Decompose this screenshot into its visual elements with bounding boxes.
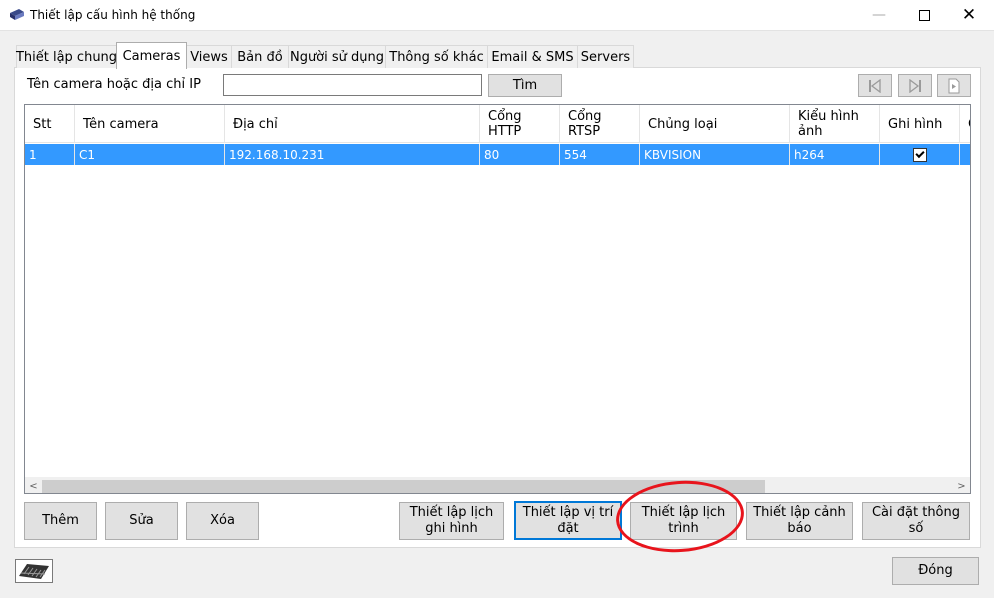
search-label: Tên camera hoặc địa chỉ IP: [27, 77, 201, 92]
cell-rtsp-port: 554: [560, 144, 640, 165]
record-checkbox[interactable]: [912, 147, 927, 162]
close-window-button[interactable]: ✕: [946, 0, 992, 30]
cell-image-format: h264: [790, 144, 880, 165]
column-header-rtsp-port[interactable]: Cổng RTSP: [560, 105, 640, 143]
checkmark-icon: [914, 148, 925, 159]
close-icon: ✕: [961, 5, 977, 25]
camera-grid[interactable]: Stt Tên camera Địa chỉ Cổng HTTP Cổng RT…: [24, 104, 971, 494]
column-header-image-format[interactable]: Kiểu hình ảnh: [790, 105, 880, 143]
scroll-right-button[interactable]: >: [953, 478, 970, 493]
column-header-truncated[interactable]: C: [960, 105, 970, 143]
camera-app-icon: [10, 9, 24, 20]
column-header-camera-name[interactable]: Tên camera: [75, 105, 225, 143]
first-page-icon: [869, 78, 881, 93]
column-header-record[interactable]: Ghi hình: [880, 105, 960, 143]
edit-button[interactable]: Sửa: [105, 502, 178, 540]
cell-http-port: 80: [480, 144, 560, 165]
cell-address: 192.168.10.231: [225, 144, 480, 165]
tab-other-params[interactable]: Thông số khác: [385, 45, 488, 68]
window-title: Thiết lập cấu hình hệ thống: [30, 8, 196, 22]
column-header-http-port[interactable]: Cổng HTTP: [480, 105, 560, 143]
last-page-icon: [909, 78, 921, 93]
search-button[interactable]: Tìm: [488, 74, 562, 97]
record-schedule-button[interactable]: Thiết lập lịch ghi hình: [399, 502, 504, 540]
location-setup-button[interactable]: Thiết lập vị trí đặt: [514, 501, 622, 540]
title-bar: Thiết lập cấu hình hệ thống — ✕: [0, 0, 994, 31]
cell-truncated: [960, 144, 970, 165]
horizontal-scrollbar[interactable]: < >: [25, 477, 970, 493]
column-header-stt[interactable]: Stt: [25, 105, 75, 143]
minimize-icon: —: [872, 7, 886, 23]
scroll-left-button[interactable]: <: [25, 478, 42, 493]
first-page-button[interactable]: [858, 74, 892, 97]
cell-camera-name: C1: [75, 144, 225, 165]
settings-button[interactable]: Cài đặt thông số: [862, 502, 970, 540]
search-input[interactable]: [223, 74, 482, 96]
tab-servers[interactable]: Servers: [577, 45, 634, 68]
tab-email-sms[interactable]: Email & SMS: [487, 45, 578, 68]
keyboard-icon: [19, 564, 49, 579]
close-button[interactable]: Đóng: [892, 557, 979, 585]
grid-header: Stt Tên camera Địa chỉ Cổng HTTP Cổng RT…: [25, 105, 970, 143]
maximize-icon: [918, 9, 930, 21]
table-row[interactable]: 1 C1 192.168.10.231 80 554 KBVISION h264: [25, 144, 970, 165]
last-page-button[interactable]: [898, 74, 932, 97]
column-header-address[interactable]: Địa chỉ: [225, 105, 480, 143]
export-icon: [948, 78, 960, 93]
minimize-button[interactable]: —: [856, 0, 902, 30]
alert-setup-button[interactable]: Thiết lập cảnh báo: [746, 502, 853, 540]
maximize-button[interactable]: [901, 0, 947, 30]
tab-users[interactable]: Người sử dụng: [288, 45, 386, 68]
tab-cameras[interactable]: Cameras: [116, 42, 187, 69]
export-button[interactable]: [937, 74, 971, 97]
keyboard-button[interactable]: [15, 559, 53, 583]
tab-general[interactable]: Thiết lập chung: [16, 45, 117, 68]
tab-maps[interactable]: Bản đồ: [231, 45, 289, 68]
cell-stt: 1: [25, 144, 75, 165]
cell-record: [880, 144, 960, 165]
add-button[interactable]: Thêm: [24, 502, 97, 540]
cell-type: KBVISION: [640, 144, 790, 165]
delete-button[interactable]: Xóa: [186, 502, 259, 540]
column-header-type[interactable]: Chủng loại: [640, 105, 790, 143]
tab-views[interactable]: Views: [186, 45, 232, 68]
